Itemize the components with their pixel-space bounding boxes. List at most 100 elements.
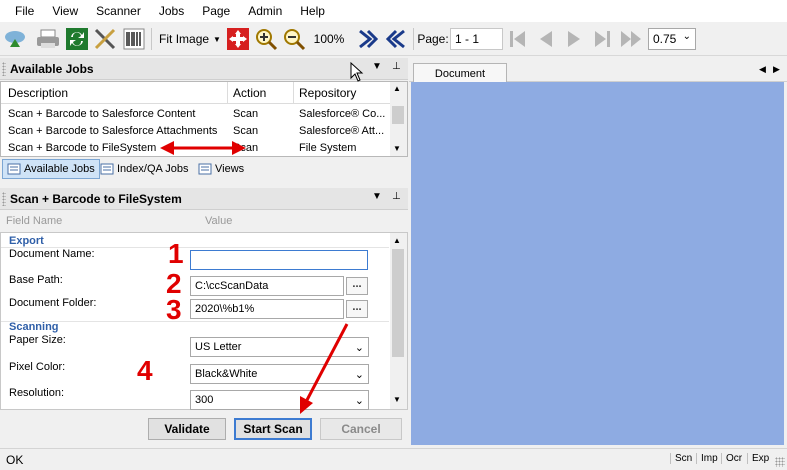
fit-image-label: Fit Image xyxy=(159,32,210,46)
jobs-icon xyxy=(100,163,114,175)
browse-document-folder-button[interactable]: ... xyxy=(346,300,368,318)
refresh-icon[interactable] xyxy=(64,26,90,52)
pin-icon[interactable]: ⊥ xyxy=(392,61,401,72)
column-repository[interactable]: Repository xyxy=(299,86,356,100)
row-description: Scan + Barcode to Salesforce Attachments xyxy=(8,125,218,137)
jobs-scrollbar[interactable]: ▲ ▼ xyxy=(390,82,407,156)
base-path-input[interactable]: C:\ccScanData xyxy=(190,276,344,296)
first-page-icon[interactable] xyxy=(507,26,529,52)
scroll-down-icon[interactable]: ▼ xyxy=(393,144,401,153)
cancel-button[interactable]: Cancel xyxy=(320,418,402,440)
status-exp: Exp xyxy=(747,453,769,464)
resolution-value: 300 xyxy=(195,394,214,406)
menu-scanner[interactable]: Scanner xyxy=(87,4,150,18)
start-scan-button[interactable]: Start Scan xyxy=(234,418,312,440)
column-action[interactable]: Action xyxy=(233,86,266,100)
fast-forward-icon[interactable] xyxy=(618,26,644,52)
pin-icon[interactable]: ⊥ xyxy=(392,191,401,202)
scroll-thumb[interactable] xyxy=(392,249,404,357)
table-row[interactable]: Scan + Barcode to FileSystem Scan File S… xyxy=(1,140,391,157)
tab-views[interactable]: Views xyxy=(194,159,248,179)
views-icon xyxy=(198,163,212,175)
rotate-left-icon[interactable] xyxy=(383,26,409,52)
menu-page[interactable]: Page xyxy=(193,4,239,18)
resize-grip-icon[interactable] xyxy=(775,457,785,467)
paper-size-select[interactable]: US Letter ⌄ xyxy=(190,337,369,357)
tab-available-jobs[interactable]: Available Jobs xyxy=(2,159,100,179)
menu-jobs[interactable]: Jobs xyxy=(150,4,193,18)
zoom-in-icon[interactable] xyxy=(253,26,279,52)
scroll-up-icon[interactable]: ▲ xyxy=(393,84,401,93)
status-ocr: Ocr xyxy=(721,453,742,464)
toolbar-separator xyxy=(413,28,414,50)
tab-label: Index/QA Jobs xyxy=(117,163,189,175)
column-description[interactable]: Description xyxy=(8,86,68,100)
last-page-icon[interactable] xyxy=(591,26,613,52)
available-jobs-title: Available Jobs xyxy=(10,61,94,76)
property-scrollbar[interactable]: ▲ ▼ xyxy=(390,233,407,409)
validate-button[interactable]: Validate xyxy=(148,418,226,440)
menu-help[interactable]: Help xyxy=(291,4,334,18)
scroll-left-icon[interactable]: ◀ xyxy=(759,64,766,75)
fit-image-dropdown[interactable]: Fit Image ▼ xyxy=(157,26,223,52)
row-action: Scan xyxy=(233,108,259,120)
menu-bar: File View Scanner Jobs Page Admin Help xyxy=(0,0,787,22)
resolution-select[interactable]: 300 ⌄ xyxy=(190,390,369,410)
table-row[interactable]: Scan + Barcode to Salesforce Content Sca… xyxy=(1,106,391,123)
property-column-header: Field Name Value xyxy=(0,212,408,232)
scroll-down-icon[interactable]: ▼ xyxy=(393,395,401,404)
job-panel-title: Scan + Barcode to FileSystem xyxy=(10,191,182,206)
rotate-right-icon[interactable] xyxy=(355,26,381,52)
status-scn: Scn xyxy=(670,453,692,464)
scale-value: 0.75 xyxy=(653,32,677,46)
document-name-label: Document Name: xyxy=(9,248,95,260)
scale-select[interactable]: 0.75 ⌄ xyxy=(648,28,696,50)
scroll-right-icon[interactable]: ▶ xyxy=(773,64,780,75)
property-grid: Export Document Name: Base Path: C:\ccSc… xyxy=(0,232,408,410)
next-page-icon[interactable] xyxy=(563,26,585,52)
menu-file[interactable]: File xyxy=(6,4,43,18)
section-scanning: Scanning xyxy=(9,321,59,333)
menu-admin[interactable]: Admin xyxy=(239,4,291,18)
document-folder-label: Document Folder: xyxy=(9,297,97,309)
document-name-input[interactable] xyxy=(190,250,368,270)
scan-cloud-icon[interactable] xyxy=(2,26,28,52)
grid-header: Description Action Repository xyxy=(1,82,391,104)
document-folder-input[interactable]: 2020\%b1% xyxy=(190,299,344,319)
value-column: Value xyxy=(205,215,233,227)
scroll-thumb[interactable] xyxy=(392,106,404,124)
menu-view[interactable]: View xyxy=(43,4,87,18)
tools-icon[interactable] xyxy=(92,26,118,52)
zoom-out-icon[interactable] xyxy=(281,26,307,52)
tab-index-qa-jobs[interactable]: Index/QA Jobs xyxy=(96,159,193,179)
browse-base-path-button[interactable]: ... xyxy=(346,277,368,295)
pixel-color-label: Pixel Color: xyxy=(9,361,66,373)
printer-icon[interactable] xyxy=(34,26,62,52)
row-repository: File System xyxy=(299,142,357,154)
grip-icon xyxy=(2,192,6,206)
chevron-down-icon: ⌄ xyxy=(354,369,364,381)
document-viewer[interactable] xyxy=(411,82,784,445)
divider xyxy=(1,321,389,322)
available-jobs-header: Available Jobs ▼ ⊥ xyxy=(0,58,408,80)
move-arrows-icon[interactable] xyxy=(226,26,250,52)
chevron-down-icon: ⌄ xyxy=(682,31,691,42)
table-row[interactable]: Scan + Barcode to Salesforce Attachments… xyxy=(1,123,391,140)
tab-document[interactable]: Document xyxy=(413,63,507,83)
row-action: Scan xyxy=(233,142,259,154)
chevron-down-icon: ⌄ xyxy=(354,342,364,354)
column-divider xyxy=(227,82,228,104)
annotation-number-4: 4 xyxy=(137,355,153,386)
toolbar: Fit Image ▼ 100% Page: 1 - 1 0.75 ⌄ xyxy=(0,22,787,56)
column-divider xyxy=(293,82,294,104)
barcode-icon[interactable] xyxy=(121,26,147,52)
row-repository: Salesforce® Att... xyxy=(299,125,385,137)
pixel-color-select[interactable]: Black&White ⌄ xyxy=(190,364,369,384)
panel-menu-icon[interactable]: ▼ xyxy=(372,61,382,72)
panel-menu-icon[interactable]: ▼ xyxy=(372,191,382,202)
jobs-grid: Description Action Repository Scan + Bar… xyxy=(0,81,408,157)
page-field[interactable]: 1 - 1 xyxy=(450,28,503,50)
field-name-column: Field Name xyxy=(6,215,63,227)
scroll-up-icon[interactable]: ▲ xyxy=(393,236,401,245)
prev-page-icon[interactable] xyxy=(535,26,557,52)
